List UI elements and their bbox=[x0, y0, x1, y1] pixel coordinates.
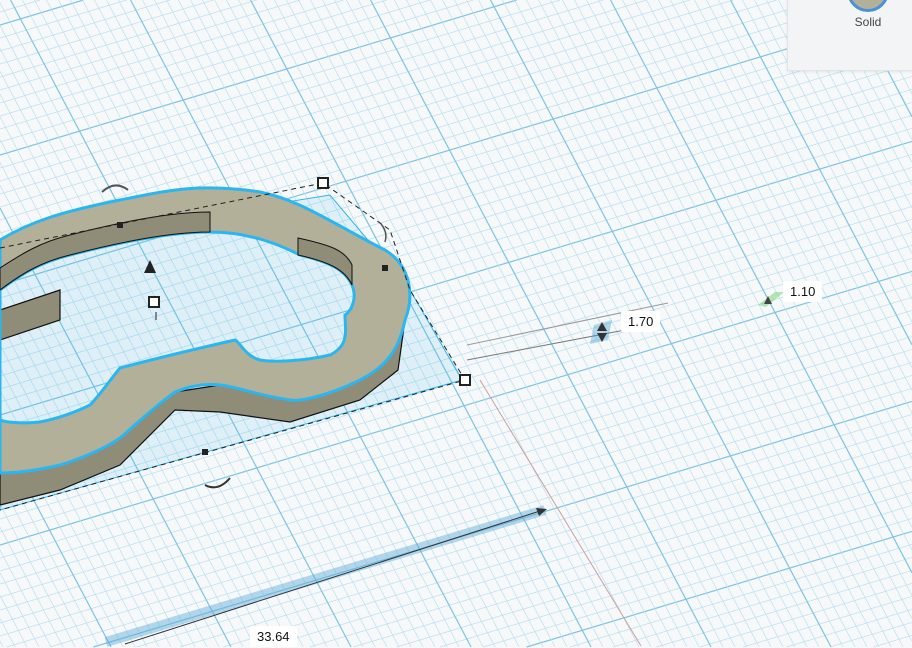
resize-handle-edge[interactable] bbox=[202, 449, 208, 455]
grid-line bbox=[489, 0, 832, 648]
grid-line bbox=[0, 0, 474, 143]
grid-line bbox=[873, 635, 912, 648]
grid-line bbox=[0, 0, 604, 182]
solid-label[interactable]: Solid bbox=[788, 15, 912, 29]
workplane-viewport[interactable] bbox=[0, 0, 912, 648]
grid-line bbox=[0, 641, 4, 648]
grid-line bbox=[598, 0, 912, 596]
length-ruler-line bbox=[124, 510, 541, 645]
height-dimension-field[interactable]: 1.70 bbox=[621, 311, 661, 332]
grid-line bbox=[569, 544, 912, 648]
grid-line bbox=[502, 0, 844, 648]
grid-line bbox=[609, 0, 912, 574]
grid-line bbox=[442, 0, 784, 648]
grid-line bbox=[483, 518, 912, 648]
grid-line bbox=[0, 0, 257, 78]
resize-handle-corner[interactable] bbox=[459, 374, 471, 386]
elevation-dimension-field[interactable]: 1.10 bbox=[783, 281, 823, 302]
grid-line bbox=[179, 427, 912, 648]
grid-line bbox=[0, 572, 40, 648]
grid-line bbox=[0, 527, 64, 648]
grid-line bbox=[418, 0, 760, 648]
grid-line bbox=[223, 440, 912, 648]
shape-inspector-panel: Solid bbox=[787, 0, 912, 71]
rotate-arrow-icon[interactable] bbox=[101, 184, 129, 193]
grid-line bbox=[0, 0, 41, 13]
grid-line bbox=[526, 0, 868, 648]
solid-color-swatch[interactable] bbox=[847, 0, 889, 12]
resize-handle-edge[interactable] bbox=[382, 265, 388, 271]
resize-handle-edge[interactable] bbox=[117, 222, 123, 228]
grid-line bbox=[0, 0, 344, 104]
grid-line bbox=[622, 0, 912, 551]
grid-line bbox=[658, 0, 912, 482]
grid-line bbox=[394, 0, 736, 648]
resize-handle-height[interactable] bbox=[148, 296, 160, 308]
grid-line bbox=[656, 570, 912, 648]
height-arrow-icon[interactable] bbox=[590, 320, 612, 344]
grid-line bbox=[699, 583, 912, 648]
resize-handle-corner[interactable] bbox=[317, 177, 329, 189]
grid-line bbox=[382, 0, 724, 648]
grid-line bbox=[0, 0, 431, 130]
length-dimension-field[interactable]: 33.64 bbox=[250, 626, 297, 647]
grid-line bbox=[829, 622, 912, 648]
grid-line bbox=[562, 0, 904, 648]
grid-line bbox=[0, 0, 517, 156]
grid-line bbox=[0, 0, 214, 65]
grid-line bbox=[0, 618, 16, 648]
